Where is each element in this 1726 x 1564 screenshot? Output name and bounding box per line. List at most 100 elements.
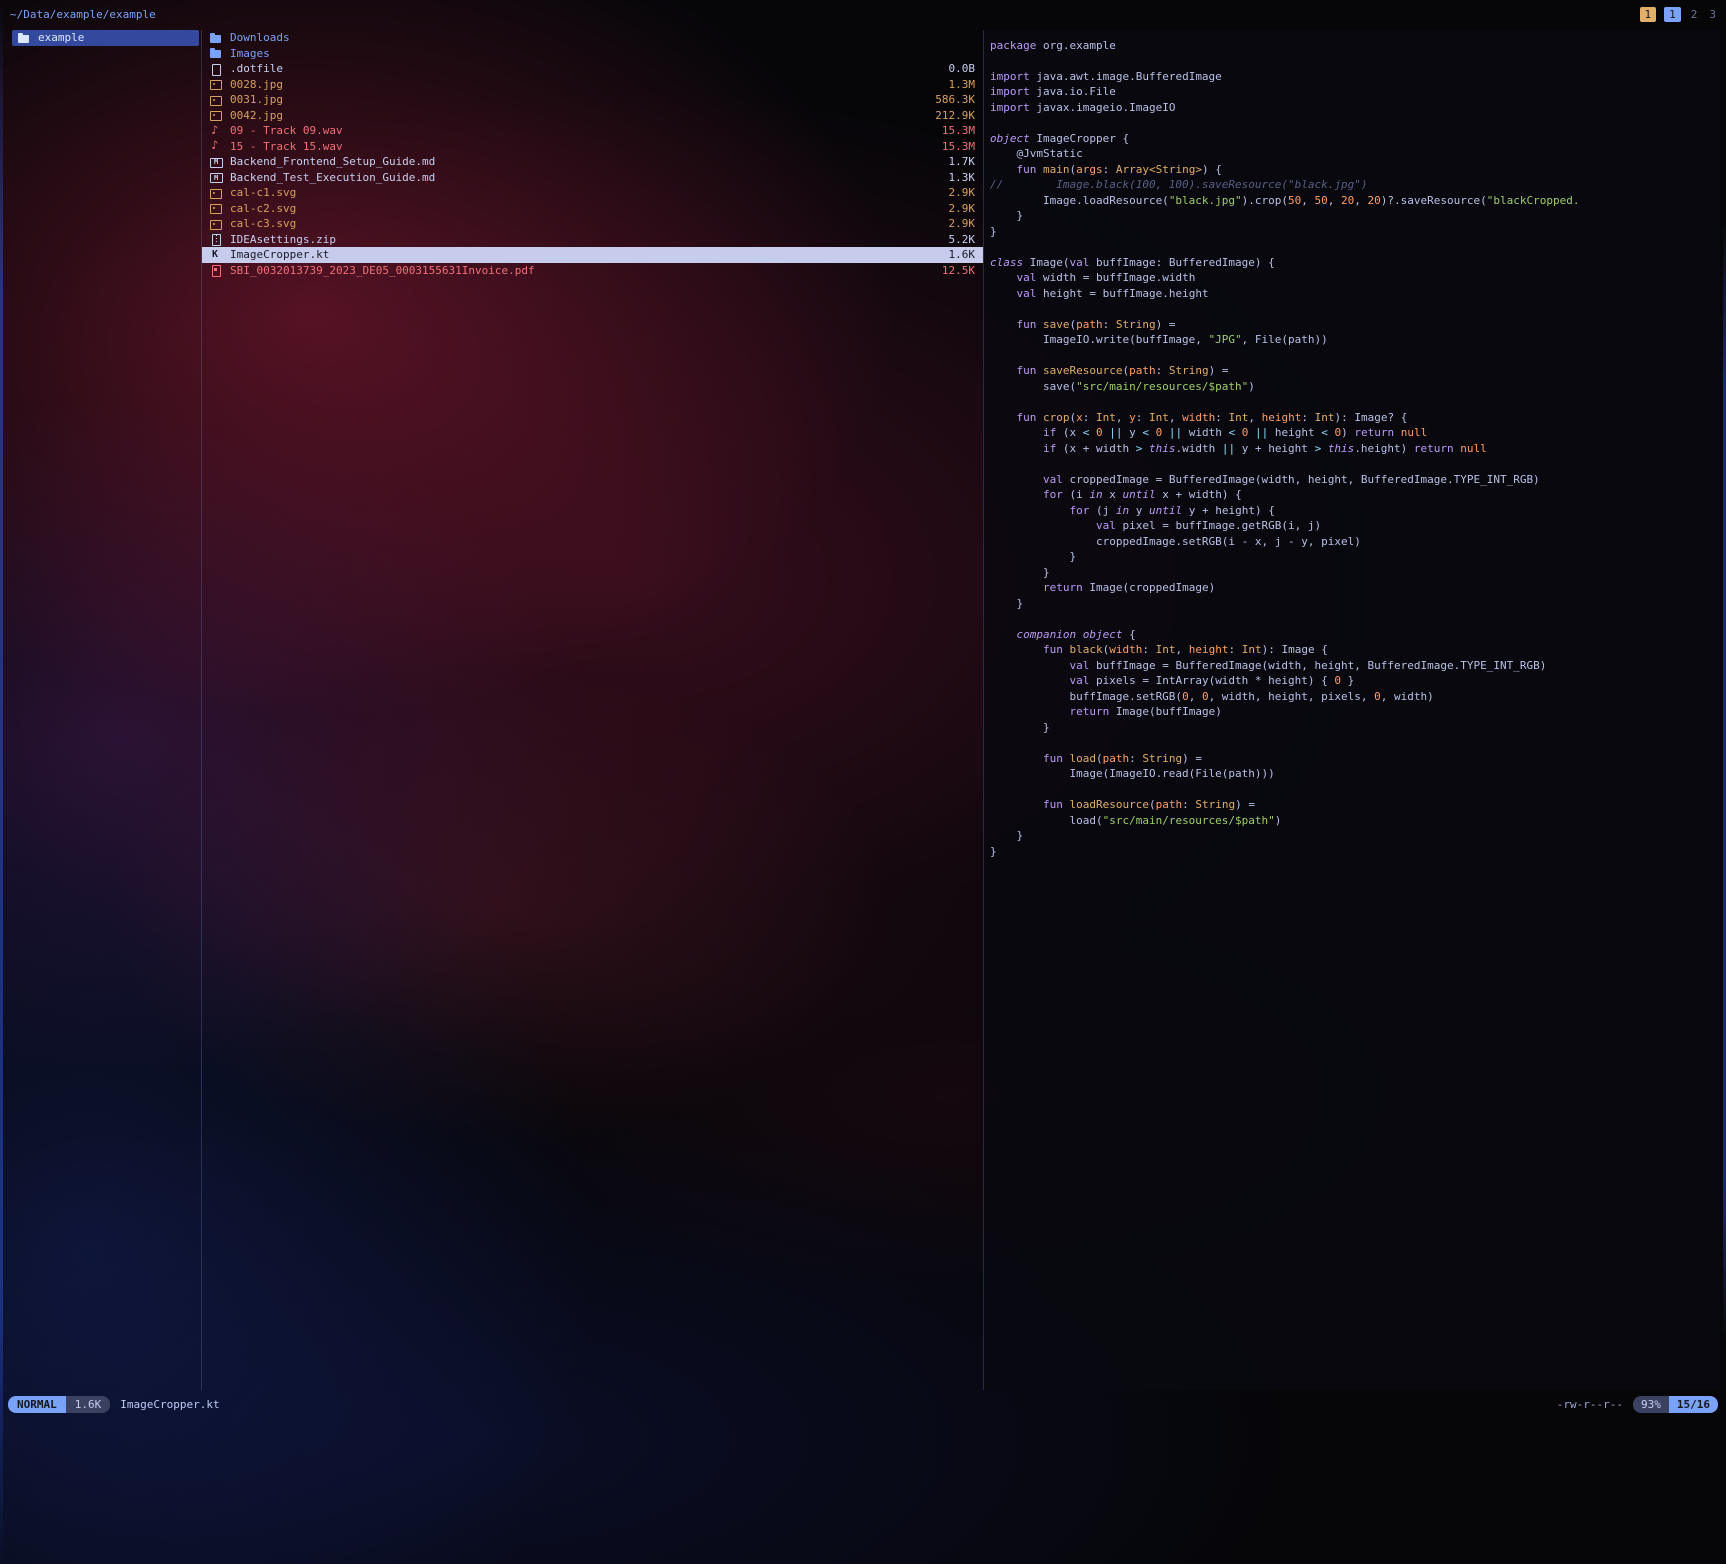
file-row[interactable]: Downloads bbox=[202, 30, 983, 46]
tab-amber-1[interactable]: 1 bbox=[1640, 7, 1657, 22]
file-size: 2.9K bbox=[949, 202, 976, 215]
file-name: 15 - Track 15.wav bbox=[230, 140, 343, 153]
file-size: 1.6K bbox=[949, 248, 976, 261]
file-row[interactable]: Images bbox=[202, 46, 983, 62]
img-icon bbox=[210, 94, 223, 106]
kt-icon bbox=[210, 249, 223, 261]
file-row[interactable]: Backend_Test_Execution_Guide.md 1.3K bbox=[202, 170, 983, 186]
file-row[interactable]: 09 - Track 09.wav15.3M bbox=[202, 123, 983, 139]
code-line: buffImage.setRGB(0, 0, width, height, pi… bbox=[990, 689, 1720, 705]
file-size-badge: 1.6K bbox=[66, 1396, 111, 1413]
file-size: 0.0B bbox=[949, 62, 976, 75]
code-line bbox=[990, 456, 1720, 472]
zip-icon bbox=[210, 233, 223, 245]
code-line: val croppedImage = BufferedImage(width, … bbox=[990, 472, 1720, 488]
file-name: Backend_Test_Execution_Guide.md bbox=[230, 171, 435, 184]
folder-icon bbox=[210, 32, 223, 44]
file-row[interactable]: cal-c3.svg 2.9K bbox=[202, 216, 983, 232]
file-size: 2.9K bbox=[949, 217, 976, 230]
code-line: } bbox=[990, 565, 1720, 581]
parent-pane: example bbox=[10, 30, 201, 1390]
img-icon bbox=[210, 78, 223, 90]
tab-plain-3[interactable]: 3 bbox=[1707, 7, 1718, 22]
code-line: } bbox=[990, 828, 1720, 844]
code-line: class Image(val buffImage: BufferedImage… bbox=[990, 255, 1720, 271]
file-row[interactable]: 0031.jpg586.3K bbox=[202, 92, 983, 108]
file-name: cal-c3.svg bbox=[230, 217, 296, 230]
pdf-icon bbox=[210, 264, 223, 276]
tab-plain-2[interactable]: 2 bbox=[1689, 7, 1700, 22]
status-right-group: -rw-r--r-- 93% 15/16 bbox=[1557, 1396, 1718, 1413]
file-row[interactable]: cal-c2.svg 2.9K bbox=[202, 201, 983, 217]
status-filename: ImageCropper.kt bbox=[120, 1398, 219, 1411]
code-line bbox=[990, 115, 1720, 131]
file-row[interactable]: ImageCropper.kt1.6K bbox=[202, 247, 983, 263]
code-line: croppedImage.setRGB(i - x, j - y, pixel) bbox=[990, 534, 1720, 550]
file-row[interactable]: IDEAsettings.zip5.2K bbox=[202, 232, 983, 248]
img-icon bbox=[210, 187, 223, 199]
file-size: 1.3K bbox=[949, 171, 976, 184]
audio-icon bbox=[210, 140, 223, 152]
code-line bbox=[990, 239, 1720, 255]
folder-icon bbox=[18, 32, 31, 44]
code-line bbox=[990, 782, 1720, 798]
code-line: Image(ImageIO.read(File(path))) bbox=[990, 766, 1720, 782]
status-bar: NORMAL 1.6K ImageCropper.kt -rw-r--r-- 9… bbox=[8, 1394, 1718, 1414]
preview-pane[interactable]: package org.example import java.awt.imag… bbox=[983, 30, 1720, 1390]
audio-icon bbox=[210, 125, 223, 137]
file-name: cal-c2.svg bbox=[230, 202, 296, 215]
file-row[interactable]: .dotfile0.0B bbox=[202, 61, 983, 77]
code-line: import java.io.File bbox=[990, 84, 1720, 100]
code-line: import java.awt.image.BufferedImage bbox=[990, 69, 1720, 85]
code-line bbox=[990, 53, 1720, 69]
code-line: for (j in y until y + height) { bbox=[990, 503, 1720, 519]
code-line: val pixel = buffImage.getRGB(i, j) bbox=[990, 518, 1720, 534]
code-line: } bbox=[990, 224, 1720, 240]
file-row[interactable]: cal-c1.svg2.9K bbox=[202, 185, 983, 201]
md-icon bbox=[210, 171, 223, 183]
code-line: import javax.imageio.ImageIO bbox=[990, 100, 1720, 116]
code-line: if (x < 0 || y < 0 || width < 0 || heigh… bbox=[990, 425, 1720, 441]
code-line: fun black(width: Int, height: Int): Imag… bbox=[990, 642, 1720, 658]
code-line: // Image.black(100, 100).saveResource("b… bbox=[990, 177, 1720, 193]
file-row[interactable]: Backend_Frontend_Setup_Guide.md 1.7K bbox=[202, 154, 983, 170]
file-list-pane[interactable]: DownloadsImages.dotfile0.0B0028.jpg1.3M0… bbox=[201, 30, 983, 1390]
parent-dir-label: example bbox=[38, 31, 84, 44]
code-line: val buffImage = BufferedImage(width, hei… bbox=[990, 658, 1720, 674]
code-line: val pixels = IntArray(width * height) { … bbox=[990, 673, 1720, 689]
code-line: save("src/main/resources/$path") bbox=[990, 379, 1720, 395]
scroll-percent-badge: 93% bbox=[1633, 1396, 1669, 1413]
file-row[interactable]: 0042.jpg212.9K bbox=[202, 108, 983, 124]
file-name: 0031.jpg bbox=[230, 93, 283, 106]
file-size: 1.7K bbox=[949, 155, 976, 168]
img-icon bbox=[210, 218, 223, 230]
code-line: fun crop(x: Int, y: Int, width: Int, hei… bbox=[990, 410, 1720, 426]
code-line bbox=[990, 394, 1720, 410]
code-line: ImageIO.write(buffImage, "JPG", File(pat… bbox=[990, 332, 1720, 348]
file-name: 09 - Track 09.wav bbox=[230, 124, 343, 137]
code-line: fun save(path: String) = bbox=[990, 317, 1720, 333]
parent-dir-item[interactable]: example bbox=[12, 30, 199, 46]
code-line: return Image(croppedImage) bbox=[990, 580, 1720, 596]
file-size: 12.5K bbox=[942, 264, 975, 277]
img-icon bbox=[210, 109, 223, 121]
cursor-position-badge: 15/16 bbox=[1669, 1396, 1718, 1413]
file-row[interactable]: SBI_0032013739_2023_DE05_0003155631Invoi… bbox=[202, 263, 983, 279]
file-name: Backend_Frontend_Setup_Guide.md bbox=[230, 155, 435, 168]
code-line: } bbox=[990, 549, 1720, 565]
breadcrumb-path: ~/Data/example/example bbox=[10, 8, 156, 21]
file-size: 1.3M bbox=[949, 78, 976, 91]
file-name: Downloads bbox=[230, 31, 290, 44]
md-icon bbox=[210, 156, 223, 168]
code-preview: package org.example import java.awt.imag… bbox=[984, 30, 1720, 859]
tab-blue-1[interactable]: 1 bbox=[1664, 7, 1681, 22]
code-line: if (x + width > this.width || y + height… bbox=[990, 441, 1720, 457]
code-line: object ImageCropper { bbox=[990, 131, 1720, 147]
code-line bbox=[990, 611, 1720, 627]
file-name: 0042.jpg bbox=[230, 109, 283, 122]
file-row[interactable]: 0028.jpg1.3M bbox=[202, 77, 983, 93]
file-row[interactable]: 15 - Track 15.wav15.3M bbox=[202, 139, 983, 155]
code-line: for (i in x until x + width) { bbox=[990, 487, 1720, 503]
file-name: Images bbox=[230, 47, 270, 60]
code-line: package org.example bbox=[990, 38, 1720, 54]
